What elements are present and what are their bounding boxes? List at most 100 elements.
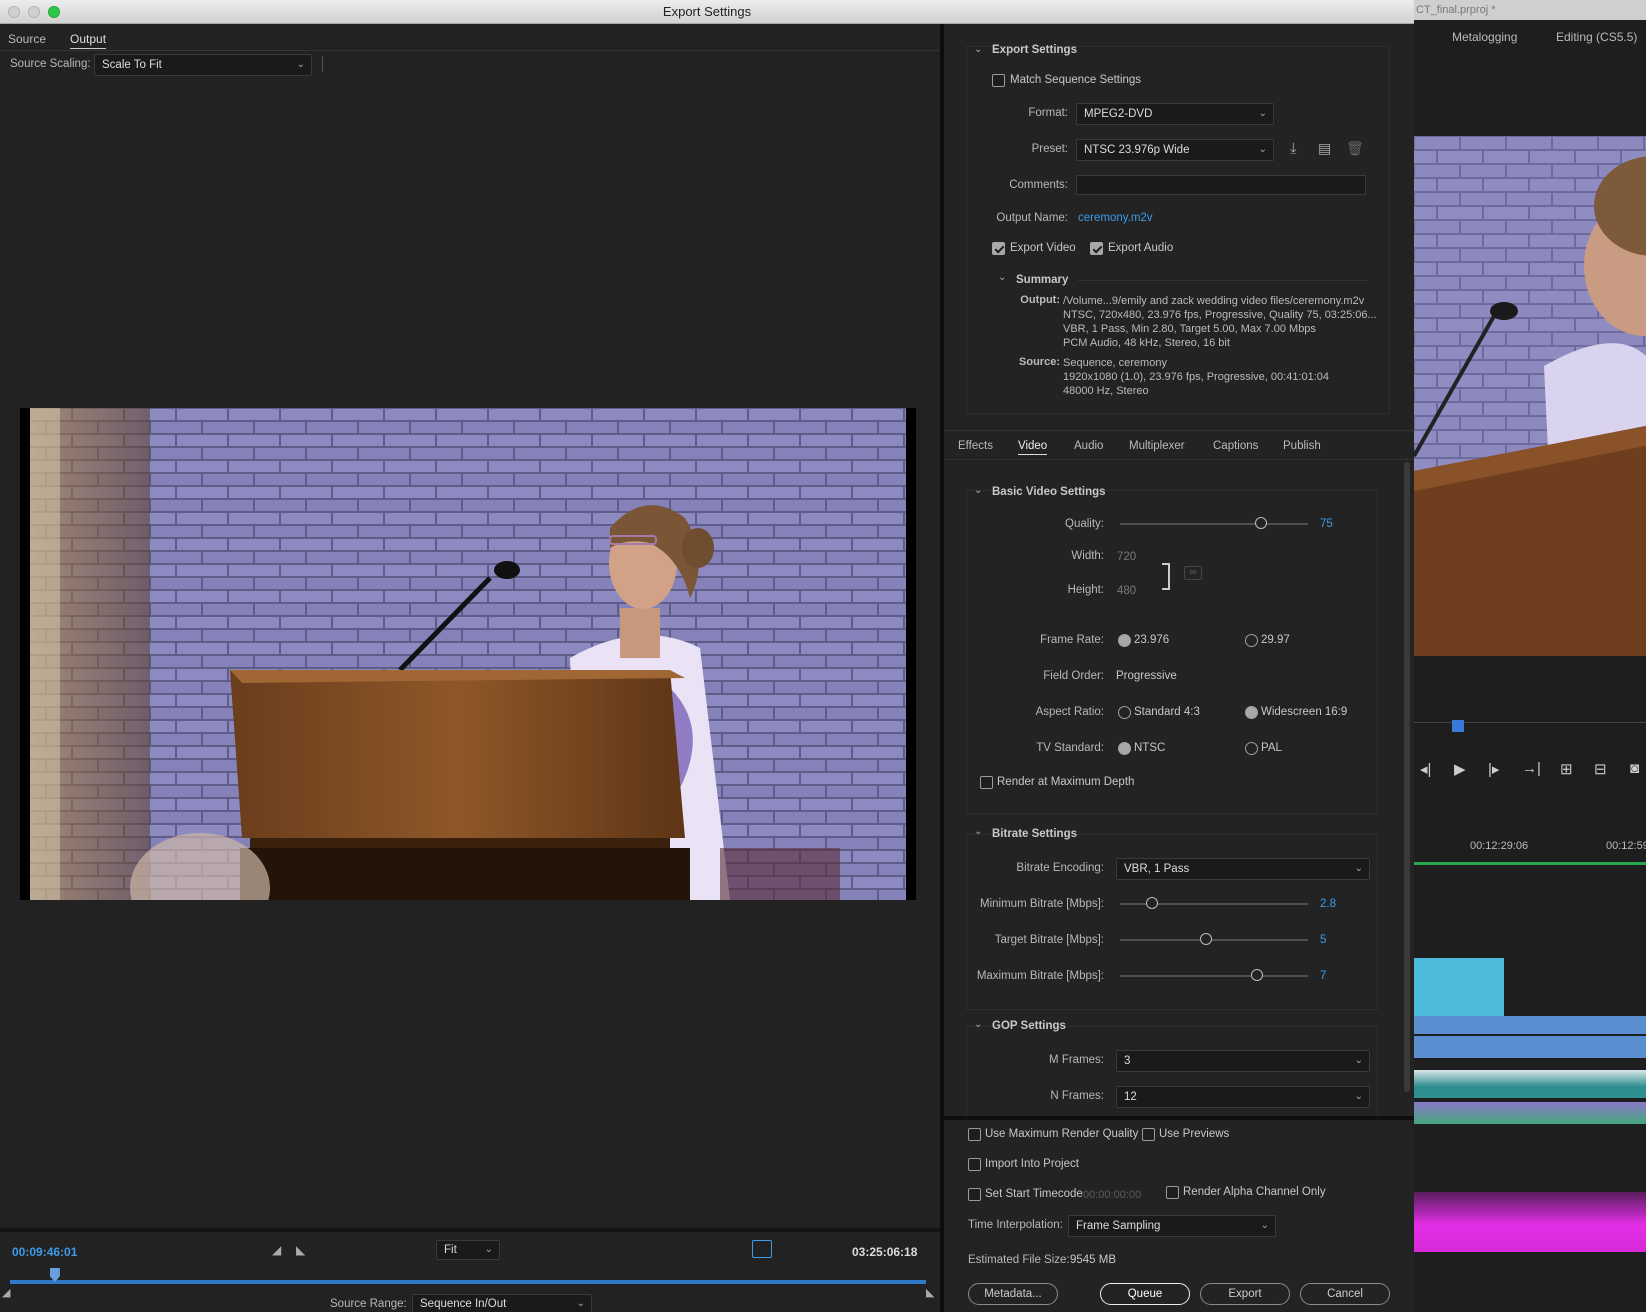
time-scrubber[interactable] [10,1280,926,1284]
min-bitrate-value[interactable]: 2.8 [1320,898,1336,910]
video-clip-3[interactable] [1414,1036,1646,1058]
delete-preset-icon[interactable]: 🗑 [1346,140,1364,157]
fit-dropdown[interactable]: Fit ⌄ [436,1240,500,1260]
tab-audio[interactable]: Audio [1074,440,1103,452]
tv-pal-radio[interactable] [1245,742,1258,755]
play-icon[interactable]: ▶ [1454,760,1466,778]
queue-button[interactable]: Queue [1100,1283,1190,1305]
step-back-icon[interactable]: ◂| [1420,760,1431,778]
basic-video-header: Basic Video Settings [992,486,1106,498]
file-size-label: Estimated File Size: [968,1254,1070,1266]
quality-slider-thumb[interactable] [1255,517,1267,529]
playhead-marker[interactable] [1452,720,1464,732]
tv-ntsc-radio[interactable] [1118,742,1131,755]
source-range-dropdown[interactable]: Sequence In/Out ⌄ [412,1294,592,1312]
link-icon[interactable]: ∞ [1184,566,1202,580]
metadata-button[interactable]: Metadata... [968,1283,1058,1305]
insert-icon[interactable]: ⊞ [1560,760,1573,778]
tab-publish[interactable]: Publish [1283,440,1321,452]
max-render-quality-checkbox[interactable] [968,1128,981,1141]
start-timecode-value[interactable]: 00:00:00:00 [1083,1189,1141,1201]
aspect-correction-icon[interactable] [752,1240,772,1258]
preset-label: Preset: [1031,143,1068,155]
field-order-value: Progressive [1116,670,1177,682]
file-size-value: 9545 MB [1070,1254,1117,1266]
source-scaling-dropdown[interactable]: Scale To Fit ⌄ [94,54,312,76]
tab-output[interactable]: Output [70,32,107,49]
render-max-depth-checkbox[interactable] [980,776,993,789]
export-video-checkbox[interactable] [992,242,1005,255]
target-bitrate-slider-track[interactable] [1120,939,1308,941]
tab-effects[interactable]: Effects [958,440,993,452]
time-interpolation-dropdown[interactable]: Frame Sampling ⌄ [1068,1215,1276,1237]
cancel-button[interactable]: Cancel [1300,1283,1390,1305]
toolbar-divider [322,56,323,72]
audio-clip-2[interactable] [1414,1102,1646,1124]
step-forward-icon[interactable]: |▸ [1488,760,1499,778]
current-timecode[interactable]: 00:09:46:01 [12,1245,77,1259]
tab-multiplexer[interactable]: Multiplexer [1129,440,1185,452]
output-name-label: Output Name: [996,212,1068,224]
match-sequence-checkbox[interactable] [992,74,1005,87]
bitrate-encoding-dropdown[interactable]: VBR, 1 Pass ⌄ [1116,858,1370,880]
format-dropdown[interactable]: MPEG2-DVD ⌄ [1076,103,1274,125]
output-name-link[interactable]: ceremony.m2v [1078,212,1153,224]
comments-label: Comments: [1009,179,1068,191]
overwrite-icon[interactable]: ⊟ [1594,760,1607,778]
workspace-tab-editing[interactable]: Editing (CS5.5) [1556,30,1637,44]
mini-ruler[interactable] [1414,722,1646,734]
chevron-down-icon[interactable]: ⌄ [974,44,982,55]
project-title: CT_final.prproj * [1414,0,1646,20]
width-label: Width: [1071,550,1104,562]
timeline-ruler[interactable] [1414,862,1646,865]
comments-input[interactable] [1076,175,1366,195]
video-clip[interactable] [1414,958,1504,1016]
tab-video[interactable]: Video [1018,440,1048,455]
chevron-down-icon[interactable]: ⌄ [974,485,982,496]
in-point-marker-icon[interactable]: ◢ [2,1286,10,1299]
audio-clip-3[interactable] [1414,1192,1646,1252]
save-preset-icon[interactable]: ⤓ [1290,140,1297,157]
out-point-marker-icon[interactable]: ◣ [926,1286,934,1299]
zoom-button[interactable] [48,6,60,18]
aspect-standard-radio[interactable] [1118,706,1131,719]
import-into-project-checkbox[interactable] [968,1158,981,1171]
use-previews-checkbox[interactable] [1142,1128,1155,1141]
frame-rate-23976-radio[interactable] [1118,634,1131,647]
set-in-point-icon[interactable]: ◢ [272,1243,281,1257]
set-start-timecode-checkbox[interactable] [968,1188,981,1201]
quality-value[interactable]: 75 [1320,518,1333,530]
min-bitrate-slider-thumb[interactable] [1145,897,1158,909]
max-bitrate-value[interactable]: 7 [1320,970,1326,982]
aspect-widescreen-radio[interactable] [1245,706,1258,719]
set-out-point-icon[interactable]: ◣ [296,1243,305,1257]
import-preset-icon[interactable]: ▤ [1318,140,1331,157]
chevron-down-icon[interactable]: ⌄ [998,272,1006,283]
render-alpha-checkbox[interactable] [1166,1186,1179,1199]
close-button[interactable] [8,6,20,18]
settings-scrollbar[interactable] [1404,462,1410,1092]
quality-label: Quality: [1065,518,1104,530]
tab-source[interactable]: Source [8,32,46,46]
camera-icon[interactable]: ◙ [1630,760,1639,777]
workspace-tab-metalogging[interactable]: Metalogging [1452,30,1517,44]
minimize-button[interactable] [28,6,40,18]
frame-rate-2997-radio[interactable] [1245,634,1258,647]
tab-captions[interactable]: Captions [1213,440,1258,452]
timeline-timecode-2: 00:12:59 [1606,840,1646,852]
n-frames-dropdown[interactable]: 12 ⌄ [1116,1086,1370,1108]
go-to-out-icon[interactable]: →| [1522,760,1541,777]
timeline-timecode: 00:12:29:06 [1470,840,1529,852]
audio-clip-1[interactable] [1414,1070,1646,1098]
export-button[interactable]: Export [1200,1283,1290,1305]
video-clip-2[interactable] [1414,1016,1646,1034]
m-frames-dropdown[interactable]: 3 ⌄ [1116,1050,1370,1072]
target-bitrate-value[interactable]: 5 [1320,934,1326,946]
tab-divider [0,50,940,51]
export-audio-checkbox[interactable] [1090,242,1103,255]
chevron-down-icon[interactable]: ⌄ [974,1019,982,1030]
quality-slider-track[interactable] [1120,523,1308,525]
preset-dropdown[interactable]: NTSC 23.976p Wide ⌄ [1076,139,1274,161]
chevron-down-icon[interactable]: ⌄ [974,826,982,837]
max-bitrate-slider-track[interactable] [1120,975,1308,977]
